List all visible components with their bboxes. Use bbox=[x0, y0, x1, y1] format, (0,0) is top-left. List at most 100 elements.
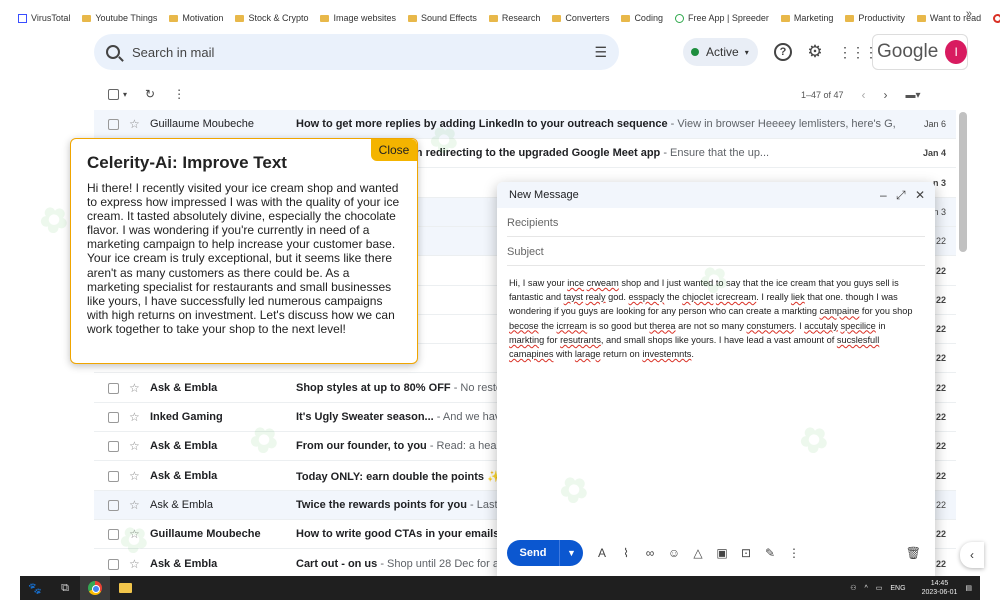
misspelled-word[interactable]: markting bbox=[509, 335, 544, 345]
bookmark-item[interactable]: Youtube Things bbox=[82, 13, 157, 23]
misspelled-word[interactable]: crweam bbox=[587, 278, 619, 288]
star-icon[interactable]: ☆ bbox=[129, 439, 140, 453]
notification-icon[interactable]: ▤ bbox=[965, 584, 972, 592]
star-icon[interactable]: ☆ bbox=[129, 527, 140, 541]
scrollbar[interactable] bbox=[959, 112, 967, 252]
side-panel-toggle[interactable]: ‹ bbox=[960, 542, 984, 568]
row-checkbox[interactable] bbox=[108, 470, 119, 482]
attach-icon[interactable]: ⌇ bbox=[619, 546, 633, 560]
bookmark-item[interactable]: Research bbox=[488, 13, 540, 23]
send-options-icon[interactable]: ▼ bbox=[559, 540, 583, 566]
select-all-checkbox[interactable] bbox=[108, 88, 119, 100]
misspelled-word[interactable]: campaine bbox=[820, 306, 860, 316]
bookmark-item[interactable]: Image websites bbox=[320, 13, 396, 23]
gear-icon[interactable]: ⚙ bbox=[806, 43, 824, 61]
network-icon[interactable]: ▭ bbox=[876, 584, 883, 592]
language-indicator[interactable]: ENG bbox=[890, 585, 905, 592]
misspelled-word[interactable]: camapines bbox=[509, 349, 553, 359]
row-checkbox[interactable] bbox=[108, 382, 119, 394]
task-view-icon[interactable]: ⧉ bbox=[50, 576, 80, 600]
emoji-icon[interactable]: ☺ bbox=[667, 546, 681, 560]
bookmark-item[interactable]: Motivation bbox=[169, 13, 223, 23]
row-checkbox[interactable] bbox=[108, 119, 119, 130]
misspelled-word[interactable]: realy bbox=[586, 292, 606, 302]
row-checkbox[interactable] bbox=[108, 529, 119, 541]
send-button[interactable]: Send ▼ bbox=[507, 540, 583, 566]
subject-field[interactable]: Subject bbox=[507, 237, 925, 266]
misspelled-word[interactable]: accutaly bbox=[804, 321, 838, 331]
misspelled-word[interactable]: icrecream bbox=[716, 292, 756, 302]
close-button[interactable]: Close bbox=[371, 139, 417, 161]
filter-options-icon[interactable]: ☰ bbox=[594, 44, 607, 61]
apps-grid-icon[interactable]: ⋮⋮⋮ bbox=[838, 43, 878, 61]
expand-icon[interactable]: ⤢ bbox=[896, 188, 906, 202]
chrome-icon[interactable] bbox=[80, 576, 110, 600]
clock[interactable]: 14:45 2023-06-01 bbox=[914, 579, 958, 597]
row-checkbox[interactable] bbox=[108, 558, 119, 570]
star-icon[interactable]: ☆ bbox=[129, 117, 140, 131]
star-icon[interactable]: ☆ bbox=[129, 410, 140, 424]
bookmark-item[interactable]: Productivity bbox=[845, 13, 905, 23]
bookmark-item[interactable]: Converters bbox=[552, 13, 609, 23]
photo-icon[interactable]: ▣ bbox=[715, 546, 729, 560]
prev-page-icon[interactable]: ‹ bbox=[862, 88, 866, 102]
more-options-icon[interactable]: ⋮ bbox=[787, 546, 801, 560]
status-selector[interactable]: Active ▾ bbox=[683, 38, 758, 66]
misspelled-word[interactable]: specilice bbox=[841, 321, 876, 331]
bookmark-item[interactable]: Marketing bbox=[780, 13, 833, 23]
misspelled-word[interactable]: tayst bbox=[564, 292, 583, 302]
lock-icon[interactable]: ⊡ bbox=[739, 546, 753, 560]
bookmark-item[interactable]: VirusTotal bbox=[18, 13, 70, 23]
file-explorer-icon[interactable] bbox=[110, 576, 140, 600]
chevron-up-icon[interactable]: ^ bbox=[864, 585, 867, 592]
compose-header[interactable]: New Message – ⤢ ✕ bbox=[497, 182, 935, 208]
star-icon[interactable]: ☆ bbox=[129, 498, 140, 512]
bookmark-item[interactable]: Sound Effects bbox=[408, 13, 477, 23]
star-icon[interactable]: ☆ bbox=[129, 557, 140, 571]
close-icon[interactable]: ✕ bbox=[915, 188, 925, 202]
next-page-icon[interactable]: › bbox=[884, 88, 888, 102]
misspelled-word[interactable]: constumers bbox=[747, 321, 795, 331]
select-dropdown-icon[interactable]: ▾ bbox=[123, 90, 127, 99]
drive-icon[interactable]: △ bbox=[691, 546, 705, 560]
format-text-icon[interactable]: A bbox=[595, 546, 609, 560]
user-icon[interactable]: ⚇ bbox=[850, 584, 856, 592]
bookmark-item[interactable]: Stock & Crypto bbox=[235, 13, 308, 23]
avatar[interactable]: I bbox=[945, 40, 967, 64]
misspelled-word[interactable]: esspacly bbox=[629, 292, 665, 302]
row-checkbox[interactable] bbox=[108, 441, 119, 453]
input-tools-icon[interactable]: ▬▾ bbox=[906, 90, 921, 101]
bookmark-item[interactable]: Free App | Spreeder bbox=[674, 13, 769, 23]
minimize-icon[interactable]: – bbox=[880, 188, 887, 202]
misspelled-word[interactable]: therea bbox=[649, 321, 675, 331]
recipients-field[interactable]: Recipients bbox=[507, 208, 925, 237]
misspelled-word[interactable]: icrream bbox=[557, 321, 588, 331]
help-icon[interactable]: ? bbox=[774, 43, 792, 61]
bookmarks-overflow-icon[interactable]: » bbox=[966, 8, 972, 20]
row-checkbox[interactable] bbox=[108, 499, 119, 511]
search-icon[interactable] bbox=[106, 45, 120, 59]
search-input[interactable]: Search in mail bbox=[132, 45, 594, 60]
more-options-icon[interactable]: ⋮ bbox=[173, 87, 185, 101]
misspelled-word[interactable]: investemnts bbox=[642, 349, 691, 359]
signature-icon[interactable]: ✎ bbox=[763, 546, 777, 560]
link-icon[interactable]: ∞ bbox=[643, 546, 657, 560]
misspelled-word[interactable]: chjoclet bbox=[682, 292, 713, 302]
misspelled-word[interactable]: sucslesfull bbox=[837, 335, 879, 345]
bookmark-item[interactable]: YouTube To WAV C... bbox=[993, 13, 1000, 23]
bookmark-item[interactable]: Coding bbox=[621, 13, 663, 23]
account-area[interactable]: Google I bbox=[872, 34, 968, 70]
star-icon[interactable]: ☆ bbox=[129, 381, 140, 395]
taskbar-weather-icon[interactable]: 🐾 bbox=[20, 576, 50, 600]
trash-icon[interactable]: 🗑 bbox=[906, 546, 921, 560]
misspelled-word[interactable]: ince bbox=[567, 278, 584, 288]
misspelled-word[interactable]: larage bbox=[575, 349, 601, 359]
misspelled-word[interactable]: resutrants bbox=[560, 335, 601, 345]
row-checkbox[interactable] bbox=[108, 412, 119, 423]
misspelled-word[interactable]: liek bbox=[791, 292, 805, 302]
star-icon[interactable]: ☆ bbox=[129, 469, 140, 483]
message-body[interactable]: Hi, I saw your ince crweam shop and I ju… bbox=[497, 266, 935, 371]
table-row[interactable]: ☆ Guillaume Moubeche How to get more repli… bbox=[94, 110, 956, 139]
refresh-icon[interactable]: ↻ bbox=[145, 87, 155, 101]
misspelled-word[interactable]: becose bbox=[509, 321, 539, 331]
